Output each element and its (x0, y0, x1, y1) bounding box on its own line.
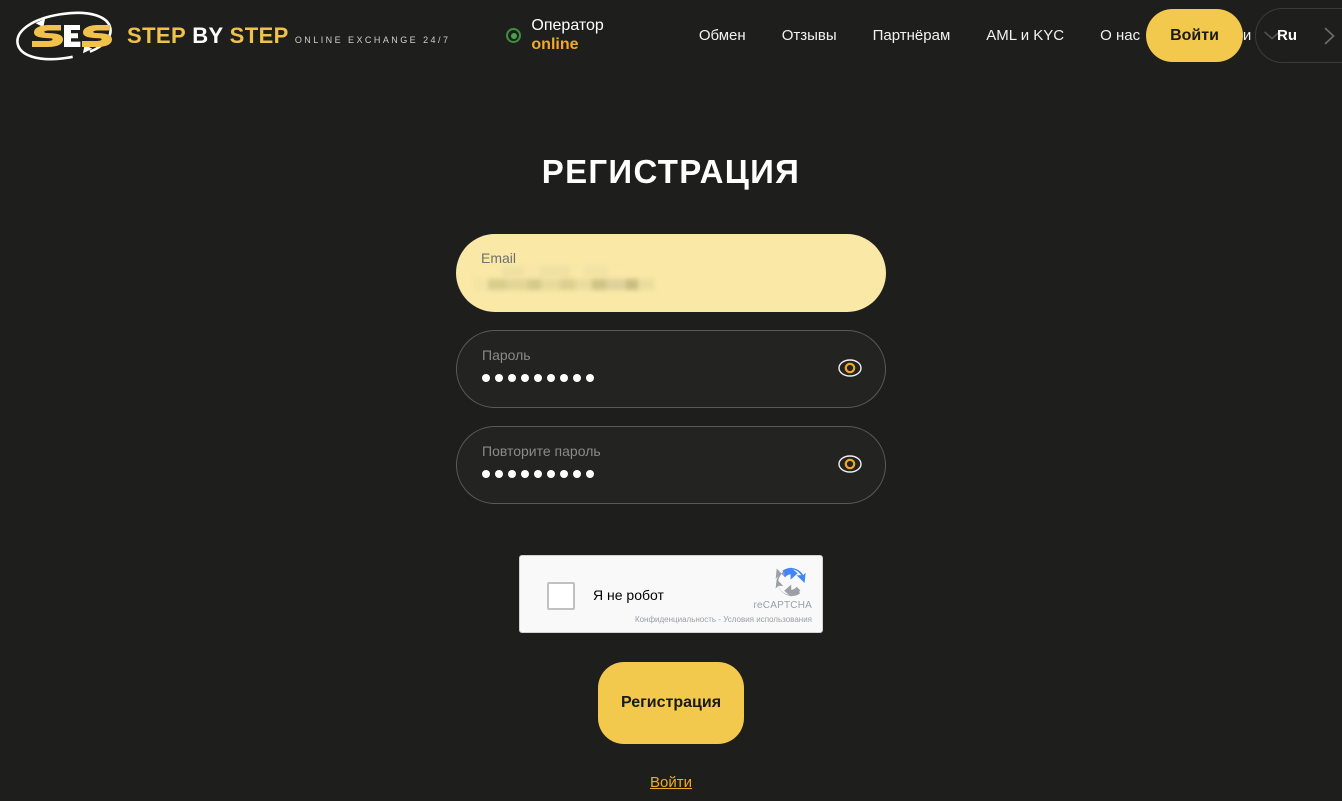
language-selector[interactable]: Ru (1255, 8, 1342, 63)
eye-icon (837, 451, 863, 480)
logo-title-part3: STEP (229, 22, 289, 48)
registration-page: РЕГИСТРАЦИЯ Email Пароль Повторите парол… (0, 71, 1342, 791)
nav-item-partners[interactable]: Партнёрам (873, 27, 951, 44)
operator-status: Оператор online (506, 16, 604, 55)
site-header: STEP BY STEP ONLINE EXCHANGE 24/7 Операт… (0, 0, 1342, 71)
header-login-button[interactable]: Войти (1146, 9, 1243, 62)
email-field-label: Email (481, 250, 517, 266)
recaptcha-label: Я не робот (593, 587, 664, 603)
nav-item-label: Обмен (698, 27, 746, 44)
recaptcha-brand: reCAPTCHA (753, 600, 812, 611)
logo-title-part1: STEP (127, 22, 186, 48)
nav-item-label: Отзывы (781, 27, 837, 44)
logo-title-part2: BY (192, 22, 224, 48)
password-reveal-button[interactable] (837, 356, 863, 382)
password-masked-value (482, 374, 594, 382)
recaptcha-logo-icon (774, 565, 808, 599)
recaptcha-checkbox[interactable] (547, 582, 575, 610)
password-field-label: Пароль (482, 347, 531, 363)
logo-tagline: ONLINE EXCHANGE 24/7 (294, 34, 451, 45)
recaptcha-widget[interactable]: Я не робот reCAPTCHA Конфиденциальность … (519, 555, 823, 633)
nav-item-label: AML и KYC (986, 27, 1065, 44)
nav-item-aml-kyc[interactable]: AML и KYC (986, 27, 1064, 44)
email-field[interactable]: Email (456, 234, 886, 312)
password-repeat-field[interactable]: Повторите пароль (456, 426, 886, 504)
password-field[interactable]: Пароль (456, 330, 886, 408)
operator-state: online (531, 35, 579, 53)
password-repeat-field-label: Повторите пароль (482, 443, 601, 459)
green-status-dot-icon (506, 28, 522, 43)
email-redacted-value (474, 266, 654, 290)
operator-label: Оператор (531, 16, 604, 34)
password-repeat-reveal-button[interactable] (837, 452, 863, 478)
eye-icon (837, 355, 863, 384)
logo[interactable]: STEP BY STEP ONLINE EXCHANGE 24/7 (14, 11, 450, 61)
s3s-logo-icon (14, 11, 114, 61)
login-link[interactable]: Войти (650, 774, 692, 791)
nav-item-exchange[interactable]: Обмен (699, 27, 746, 44)
logo-wordmark: STEP BY STEP ONLINE EXCHANGE 24/7 (127, 22, 451, 48)
recaptcha-terms[interactable]: Конфиденциальность - Условия использован… (635, 615, 812, 624)
register-submit-button[interactable]: Регистрация (598, 662, 744, 744)
chevron-right-icon (1324, 27, 1336, 45)
page-title: РЕГИСТРАЦИЯ (541, 153, 801, 190)
nav-item-label: О нас (1100, 27, 1141, 44)
registration-form: Email Пароль Повторите пароль Я не робот… (456, 234, 886, 791)
nav-item-label: Партнёрам (872, 27, 951, 44)
password-repeat-masked-value (482, 470, 594, 478)
main-navigation: Обмен Отзывы Партнёрам AML и KYC О нас У… (699, 27, 1342, 44)
nav-item-reviews[interactable]: Отзывы (782, 27, 837, 44)
language-code: Ru (1277, 27, 1297, 44)
